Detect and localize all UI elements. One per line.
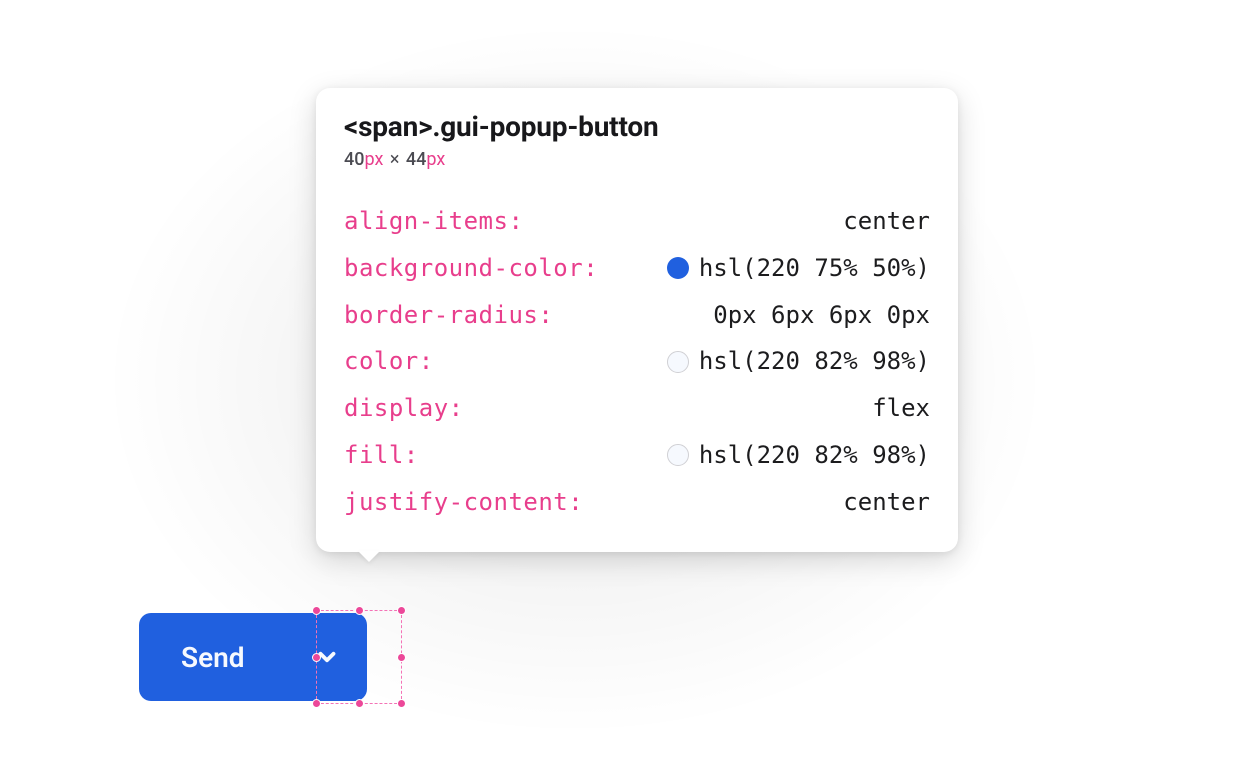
css-property-value: center (843, 198, 930, 245)
tooltip-arrow-icon (358, 551, 380, 562)
send-button[interactable]: Send (139, 613, 287, 701)
dim-width-unit: px (364, 149, 383, 170)
color-swatch-icon (667, 257, 689, 279)
css-property-row: fill: hsl(220 82% 98%) (344, 432, 930, 479)
css-property-value: flex (872, 385, 930, 432)
dim-height-value: 44 (406, 149, 426, 170)
tooltip-dimensions: 40px × 44px (344, 149, 930, 170)
css-property-name: fill: (344, 432, 419, 479)
css-property-row: align-items: center (344, 198, 930, 245)
css-property-name: justify-content: (344, 479, 583, 526)
gui-split-button: Send (139, 613, 367, 701)
color-swatch-icon (667, 351, 689, 373)
css-property-value: hsl(220 75% 50%) (699, 245, 930, 292)
css-property-value: 0px 6px 6px 0px (713, 292, 930, 339)
css-property-name: display: (344, 385, 464, 432)
dim-times: × (388, 149, 402, 170)
css-property-value: hsl(220 82% 98%) (699, 432, 930, 479)
css-property-row: border-radius: 0px 6px 6px 0px (344, 292, 930, 339)
dim-width-value: 40 (344, 149, 364, 170)
css-property-value: center (843, 479, 930, 526)
css-property-name: color: (344, 338, 434, 385)
css-inspector-tooltip: <span>.gui-popup-button 40px × 44px alig… (316, 88, 958, 552)
css-property-row: justify-content: center (344, 479, 930, 526)
selection-handle-icon[interactable] (397, 653, 406, 662)
selection-handle-icon[interactable] (397, 606, 406, 615)
css-property-row: background-color: hsl(220 75% 50%) (344, 245, 930, 292)
css-property-name: align-items: (344, 198, 523, 245)
tooltip-selector: <span>.gui-popup-button (344, 110, 930, 143)
chevron-down-icon (314, 644, 340, 670)
css-property-name: border-radius: (344, 292, 553, 339)
css-property-row: display: flex (344, 385, 930, 432)
selection-handle-icon[interactable] (397, 699, 406, 708)
css-property-row: color: hsl(220 82% 98%) (344, 338, 930, 385)
dim-height-unit: px (426, 149, 445, 170)
gui-popup-button[interactable] (287, 613, 367, 701)
css-properties-list: align-items: center background-color: hs… (344, 198, 930, 526)
css-property-value: hsl(220 82% 98%) (699, 338, 930, 385)
css-property-name: background-color: (344, 245, 598, 292)
color-swatch-icon (667, 444, 689, 466)
